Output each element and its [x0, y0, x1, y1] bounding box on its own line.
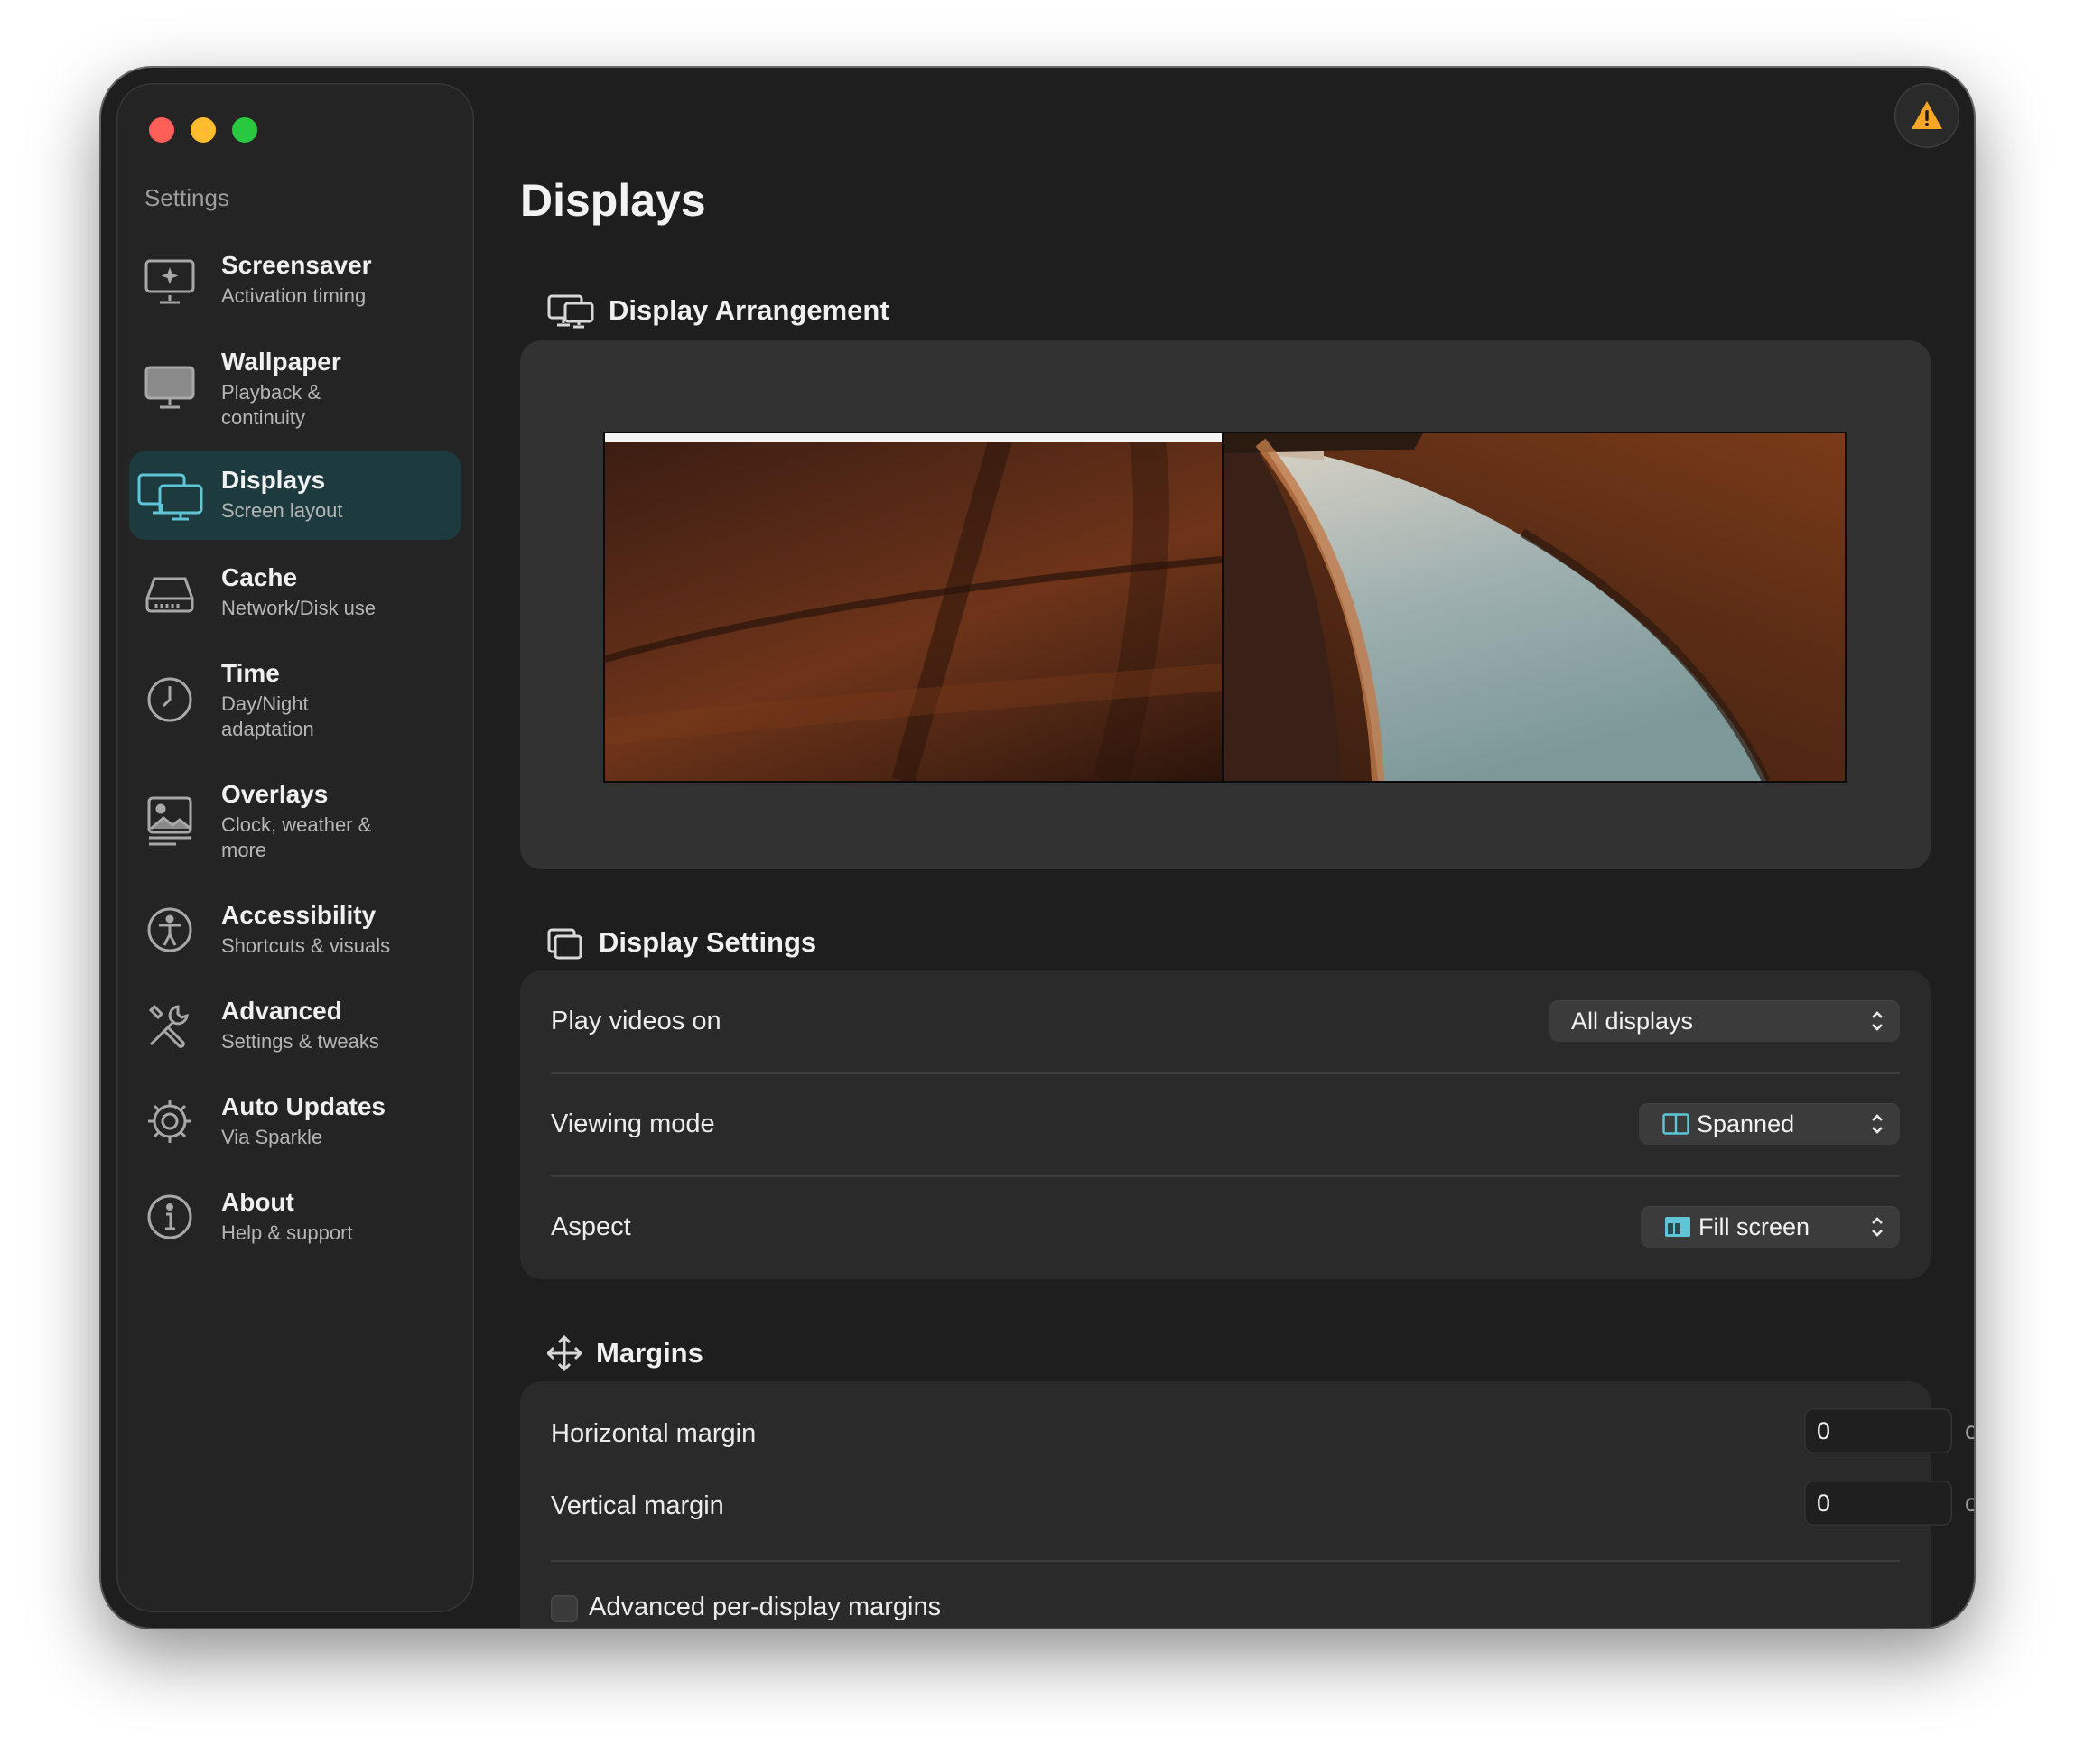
page-title: Displays — [520, 175, 706, 226]
chevron-updown-icon — [1872, 1011, 1883, 1031]
sidebar-item-subtitle: Day/Night adaptation — [221, 692, 314, 740]
display-preview-right[interactable] — [1224, 433, 1845, 781]
sidebar-item-subtitle: Shortcuts & visuals — [221, 934, 391, 957]
split-view-icon — [1662, 1113, 1689, 1135]
info-icon — [142, 1189, 198, 1245]
display-preview-left[interactable] — [605, 433, 1222, 781]
settings-window: Settings Screensaver Activation timing W… — [101, 68, 1974, 1628]
sidebar-item-overlays[interactable]: Overlays Clock, weather & more — [129, 771, 461, 872]
vertical-margin-label: Vertical margin — [551, 1491, 724, 1520]
sidebar-item-about[interactable]: About Help & support — [129, 1179, 461, 1255]
windows-icon — [547, 923, 583, 962]
sidebar-item-auto-updates[interactable]: Auto Updates Via Sparkle — [129, 1083, 461, 1159]
aspect-label: Aspect — [551, 1212, 631, 1241]
close-window-button[interactable] — [149, 117, 174, 143]
sidebar-item-accessibility[interactable]: Accessibility Shortcuts & visuals — [129, 892, 461, 968]
displays-icon — [547, 291, 594, 330]
sidebar-item-wallpaper[interactable]: Wallpaper Playback & continuity — [129, 339, 461, 440]
sidebar-item-title: Wallpaper — [221, 348, 341, 376]
display-arrangement-panel — [520, 340, 1931, 869]
move-arrows-icon — [545, 1333, 583, 1373]
advanced-margins-label: Advanced per-display margins — [589, 1592, 942, 1621]
viewing-mode-label: Viewing mode — [551, 1109, 715, 1138]
vertical-margin-input[interactable]: 0 — [1804, 1481, 1952, 1526]
sidebar-item-title: Time — [221, 659, 280, 687]
sidebar-item-subtitle: Screen layout — [221, 499, 343, 522]
minimize-window-button[interactable] — [191, 117, 216, 143]
input-value: 0 — [1817, 1417, 1831, 1444]
warning-button[interactable] — [1894, 83, 1959, 148]
select-value: Spanned — [1697, 1110, 1795, 1137]
sidebar-item-advanced[interactable]: Advanced Settings & tweaks — [129, 988, 461, 1063]
sidebar-item-title: Overlays — [221, 780, 329, 808]
sidebar-item-cache[interactable]: Cache Network/Disk use — [129, 554, 461, 630]
chevron-updown-icon — [1872, 1114, 1883, 1134]
section-title: Display Arrangement — [609, 294, 889, 326]
sidebar-item-title: About — [221, 1188, 294, 1216]
chevron-updown-icon — [1872, 1217, 1883, 1237]
play-videos-on-label: Play videos on — [551, 1007, 721, 1035]
clock-icon — [142, 672, 198, 728]
horizontal-margin-input[interactable]: 0 — [1804, 1408, 1952, 1453]
sidebar: Settings Screensaver Activation timing W… — [116, 83, 474, 1612]
sidebar-item-screensaver[interactable]: Screensaver Activation timing — [129, 242, 461, 318]
gear-icon — [142, 1093, 198, 1149]
sidebar-item-title: Cache — [221, 563, 298, 591]
sidebar-item-subtitle: Playback & continuity — [221, 381, 321, 429]
play-videos-on-select[interactable]: All displays — [1549, 1000, 1900, 1042]
sidebar-heading: Settings — [144, 184, 229, 211]
row-separator — [551, 1175, 1900, 1177]
displays-icon — [136, 468, 205, 524]
display-preview-menubar — [605, 433, 1222, 442]
section-title: Display Settings — [599, 926, 817, 958]
display-settings-panel: Play videos on All displays Viewing mode… — [520, 970, 1931, 1279]
row-separator — [551, 1560, 1900, 1562]
zoom-window-button[interactable] — [232, 117, 257, 143]
section-title: Margins — [596, 1337, 703, 1369]
sidebar-item-subtitle: Activation timing — [221, 284, 367, 307]
sidebar-item-subtitle: Network/Disk use — [221, 597, 377, 619]
input-value: 0 — [1817, 1490, 1831, 1517]
sidebar-item-subtitle: Clock, weather & more — [221, 813, 372, 861]
sidebar-item-title: Auto Updates — [221, 1092, 386, 1120]
horizontal-margin-unit: cm — [1965, 1416, 1974, 1444]
sidebar-item-title: Displays — [221, 466, 326, 494]
screensaver-icon — [142, 252, 198, 308]
select-value: Fill screen — [1698, 1213, 1810, 1240]
accessibility-icon — [142, 902, 198, 958]
horizontal-margin-label: Horizontal margin — [551, 1419, 757, 1448]
vertical-margin-unit: cm — [1965, 1489, 1974, 1517]
aspect-select[interactable]: Fill screen — [1641, 1206, 1900, 1248]
sidebar-item-subtitle: Settings & tweaks — [221, 1030, 379, 1053]
display-arrangement-canvas[interactable] — [603, 432, 1847, 783]
select-value: All displays — [1571, 1007, 1694, 1035]
sidebar-item-title: Screensaver — [221, 251, 372, 279]
sidebar-item-subtitle: Help & support — [221, 1221, 353, 1244]
fill-screen-icon — [1665, 1217, 1690, 1237]
warning-icon — [1912, 101, 1942, 129]
margins-panel: Horizontal margin Vertical margin Advanc… — [520, 1381, 1931, 1628]
disk-icon — [142, 564, 198, 620]
sidebar-item-title: Accessibility — [221, 901, 377, 929]
sidebar-item-displays[interactable]: Displays Screen layout — [129, 451, 461, 540]
row-separator — [551, 1072, 1900, 1074]
photo-icon — [142, 793, 198, 849]
sidebar-item-subtitle: Via Sparkle — [221, 1126, 323, 1148]
monitor-icon — [142, 358, 198, 414]
sidebar-item-title: Advanced — [221, 997, 342, 1025]
advanced-margins-checkbox[interactable] — [551, 1595, 578, 1622]
tools-icon — [142, 998, 198, 1054]
viewing-mode-select[interactable]: Spanned — [1639, 1103, 1900, 1145]
sidebar-item-time[interactable]: Time Day/Night adaptation — [129, 650, 461, 751]
